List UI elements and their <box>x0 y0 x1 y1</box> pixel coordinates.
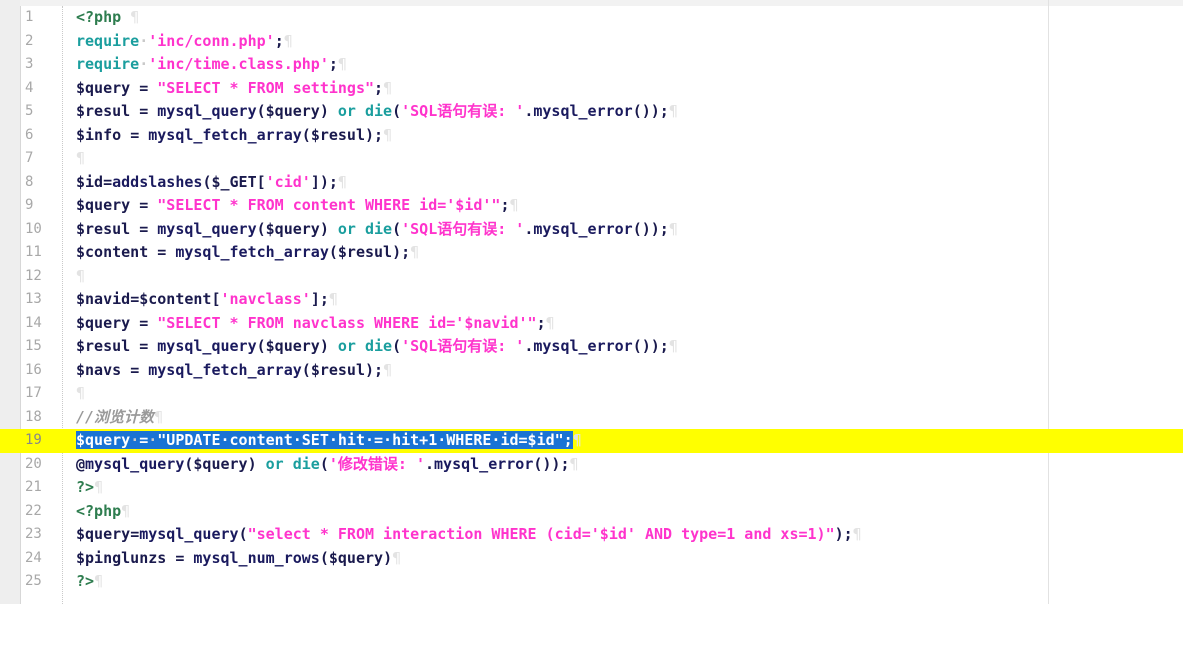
line-number[interactable]: 8 <box>20 171 56 195</box>
code-line[interactable]: 9 $query = "SELECT * FROM content WHERE … <box>0 194 1183 218</box>
line-content[interactable]: <?php¶ <box>76 500 130 524</box>
line-content[interactable]: $query = "SELECT * FROM navclass WHERE i… <box>76 312 555 336</box>
line-number[interactable]: 4 <box>20 77 56 101</box>
line-content[interactable]: $resul = mysql_query($query) or die('SQL… <box>76 100 678 124</box>
code-editor[interactable]: 1 <?php ¶ 2 require·'inc/conn.php';¶ 3 r… <box>0 0 1183 604</box>
line-number[interactable]: 10 <box>20 218 56 242</box>
line-content[interactable]: $info = mysql_fetch_array($resul);¶ <box>76 124 392 148</box>
code-line[interactable]: 7 ¶ <box>0 147 1183 171</box>
line-content[interactable]: $id=addslashes($_GET['cid']);¶ <box>76 171 347 195</box>
line-number[interactable]: 21 <box>20 476 56 500</box>
code-line[interactable]: 15 $resul = mysql_query($query) or die('… <box>0 335 1183 359</box>
line-number[interactable]: 25 <box>20 570 56 594</box>
code-line[interactable]: 22 <?php¶ <box>0 500 1183 524</box>
line-number[interactable]: 9 <box>20 194 56 218</box>
line-content[interactable]: $resul = mysql_query($query) or die('SQL… <box>76 218 678 242</box>
code-line[interactable]: 5 $resul = mysql_query($query) or die('S… <box>0 100 1183 124</box>
line-number[interactable]: 15 <box>20 335 56 359</box>
line-number[interactable]: 18 <box>20 406 56 430</box>
line-number[interactable]: 17 <box>20 382 56 406</box>
code-line[interactable]: 8 $id=addslashes($_GET['cid']);¶ <box>0 171 1183 195</box>
line-number[interactable]: 22 <box>20 500 56 524</box>
line-content[interactable]: //浏览计数¶ <box>76 406 163 430</box>
code-line[interactable]: 12 ¶ <box>0 265 1183 289</box>
code-line[interactable]: 24 $pinglunzs = mysql_num_rows($query)¶ <box>0 547 1183 571</box>
line-content[interactable]: ¶ <box>76 147 85 171</box>
line-content[interactable]: ?>¶ <box>76 476 103 500</box>
code-area[interactable]: 1 <?php ¶ 2 require·'inc/conn.php';¶ 3 r… <box>0 6 1183 604</box>
line-number[interactable]: 13 <box>20 288 56 312</box>
line-content[interactable]: <?php ¶ <box>76 6 139 30</box>
code-line[interactable]: 11 $content = mysql_fetch_array($resul);… <box>0 241 1183 265</box>
code-line[interactable]: 16 $navs = mysql_fetch_array($resul);¶ <box>0 359 1183 383</box>
line-number[interactable]: 2 <box>20 30 56 54</box>
line-number[interactable]: 24 <box>20 547 56 571</box>
line-number[interactable]: 1 <box>20 6 56 30</box>
line-number[interactable]: 20 <box>20 453 56 477</box>
code-line[interactable]: 10 $resul = mysql_query($query) or die('… <box>0 218 1183 242</box>
code-line[interactable]: 2 require·'inc/conn.php';¶ <box>0 30 1183 54</box>
code-line[interactable]: 14 $query = "SELECT * FROM navclass WHER… <box>0 312 1183 336</box>
code-line[interactable]: 20 @mysql_query($query) or die('修改错误: '.… <box>0 453 1183 477</box>
line-number[interactable]: 6 <box>20 124 56 148</box>
line-number[interactable]: 19 <box>20 429 56 453</box>
line-content[interactable]: $query = "SELECT * FROM content WHERE id… <box>76 194 519 218</box>
line-content[interactable]: $content = mysql_fetch_array($resul);¶ <box>76 241 419 265</box>
selected-text[interactable]: $query·=·"UPDATE·content·SET·hit·=·hit+1… <box>76 431 573 449</box>
line-content[interactable]: require·'inc/time.class.php';¶ <box>76 53 347 77</box>
line-number[interactable]: 16 <box>20 359 56 383</box>
line-content[interactable]: $query=mysql_query("select * FROM intera… <box>76 523 862 547</box>
line-content[interactable]: require·'inc/conn.php';¶ <box>76 30 293 54</box>
line-content[interactable]: $navid=$content['navclass'];¶ <box>76 288 338 312</box>
code-line[interactable]: 17 ¶ <box>0 382 1183 406</box>
comment-text: //浏览计数 <box>76 407 155 426</box>
code-line[interactable]: 23 $query=mysql_query("select * FROM int… <box>0 523 1183 547</box>
line-number[interactable]: 3 <box>20 53 56 77</box>
line-number[interactable]: 7 <box>20 147 56 171</box>
line-number[interactable]: 5 <box>20 100 56 124</box>
line-number[interactable]: 11 <box>20 241 56 265</box>
code-line[interactable]: 25 ?>¶ <box>0 570 1183 594</box>
code-line[interactable]: 3 require·'inc/time.class.php';¶ <box>0 53 1183 77</box>
line-content[interactable]: $pinglunzs = mysql_num_rows($query)¶ <box>76 547 401 571</box>
line-content[interactable]: ¶ <box>76 265 85 289</box>
line-number[interactable]: 12 <box>20 265 56 289</box>
line-content[interactable]: $resul = mysql_query($query) or die('SQL… <box>76 335 678 359</box>
line-content[interactable]: @mysql_query($query) or die('修改错误: '.mys… <box>76 453 579 477</box>
code-line[interactable]: 21 ?>¶ <box>0 476 1183 500</box>
code-line[interactable]: 6 $info = mysql_fetch_array($resul);¶ <box>0 124 1183 148</box>
code-line[interactable]: 1 <?php ¶ <box>0 6 1183 30</box>
line-content[interactable]: $navs = mysql_fetch_array($resul);¶ <box>76 359 392 383</box>
line-content[interactable]: $query = "SELECT * FROM settings";¶ <box>76 77 392 101</box>
code-line-highlighted[interactable]: 19 $query·=·"UPDATE·content·SET·hit·=·hi… <box>0 429 1183 453</box>
code-line-comment[interactable]: 18 //浏览计数¶ <box>0 406 1183 430</box>
line-number[interactable]: 23 <box>20 523 56 547</box>
code-line[interactable]: 4 $query = "SELECT * FROM settings";¶ <box>0 77 1183 101</box>
line-content[interactable]: ¶ <box>76 382 85 406</box>
code-line[interactable]: 13 $navid=$content['navclass'];¶ <box>0 288 1183 312</box>
line-number[interactable]: 14 <box>20 312 56 336</box>
line-content[interactable]: $query·=·"UPDATE·content·SET·hit·=·hit+1… <box>76 429 582 453</box>
line-content[interactable]: ?>¶ <box>76 570 103 594</box>
